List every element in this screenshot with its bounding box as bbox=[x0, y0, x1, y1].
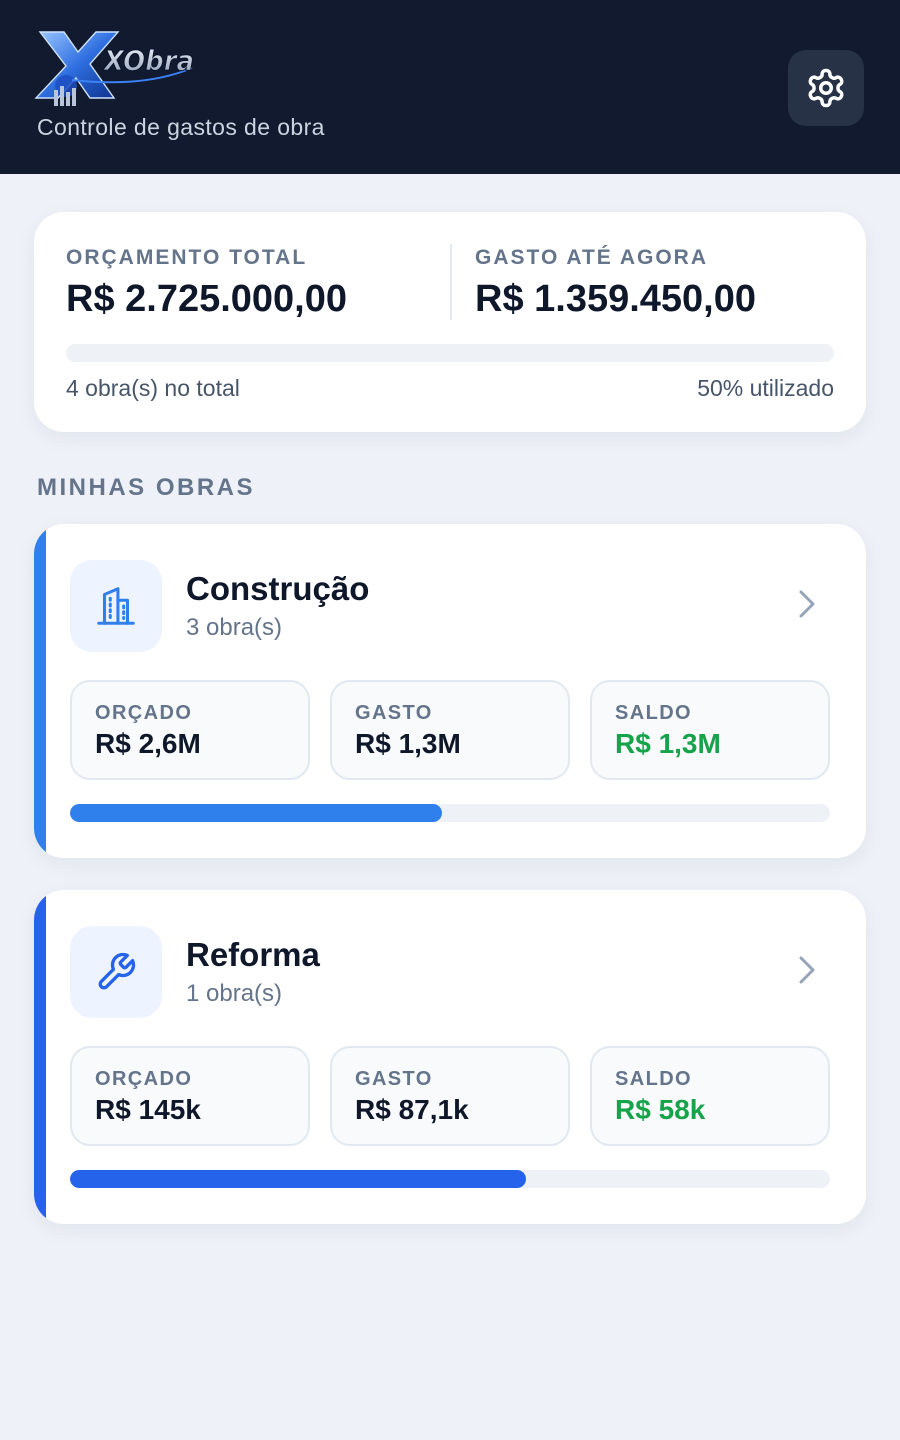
stat-value: R$ 2,6M bbox=[95, 728, 201, 759]
category-icon-box bbox=[70, 560, 162, 652]
total-spent-value: R$ 1.359.450,00 bbox=[475, 278, 757, 320]
chevron-right-icon[interactable] bbox=[792, 586, 822, 622]
total-budget-block: ORÇAMENTO TOTAL R$ 2.725.000,00 bbox=[66, 246, 347, 321]
stat-spent: GASTO R$ 1,3M bbox=[330, 680, 570, 780]
app-header: XObra Controle de gastos de obra bbox=[0, 0, 900, 174]
stat-budgeted: ORÇADO R$ 145k bbox=[70, 1046, 310, 1146]
budget-summary-card: ORÇAMENTO TOTAL R$ 2.725.000,00 GASTO AT… bbox=[34, 212, 866, 432]
category-title: Construção bbox=[186, 570, 370, 607]
stat-balance: SALDO R$ 1,3M bbox=[590, 680, 830, 780]
category-progress-fill bbox=[70, 804, 443, 822]
total-budget-label: ORÇAMENTO TOTAL bbox=[66, 246, 308, 269]
settings-button[interactable] bbox=[788, 50, 864, 126]
stat-label: SALDO bbox=[615, 1068, 692, 1090]
card-accent-bar bbox=[34, 890, 46, 1224]
stat-balance: SALDO R$ 58k bbox=[590, 1046, 830, 1146]
category-icon-box bbox=[70, 926, 162, 1018]
stat-label: SALDO bbox=[615, 702, 692, 724]
logo-text: XObra bbox=[102, 44, 194, 77]
total-progress-bar bbox=[66, 344, 834, 362]
category-card-construcao[interactable]: Construção 3 obra(s) ORÇADO R$ 2,6M GAST… bbox=[34, 524, 866, 858]
stat-label: ORÇADO bbox=[95, 1068, 193, 1090]
category-progress-bar bbox=[70, 1170, 830, 1188]
stat-label: ORÇADO bbox=[95, 702, 193, 724]
budget-used-percent: 50% utilizado bbox=[697, 375, 834, 401]
gear-icon bbox=[808, 68, 844, 108]
works-count: 4 obra(s) no total bbox=[66, 375, 240, 401]
total-spent-label: GASTO ATÉ AGORA bbox=[475, 246, 709, 269]
wrench-icon bbox=[98, 952, 136, 990]
card-accent-bar bbox=[34, 524, 46, 858]
category-count: 1 obra(s) bbox=[186, 980, 283, 1007]
stat-value: R$ 1,3M bbox=[615, 728, 721, 759]
total-spent-block: GASTO ATÉ AGORA R$ 1.359.450,00 bbox=[475, 246, 756, 321]
total-budget-value: R$ 2.725.000,00 bbox=[66, 278, 348, 320]
stat-value: R$ 145k bbox=[95, 1094, 201, 1125]
stat-label: GASTO bbox=[355, 702, 433, 724]
app-subtitle: Controle de gastos de obra bbox=[37, 114, 325, 140]
stat-value: R$ 1,3M bbox=[355, 728, 461, 759]
stat-label: GASTO bbox=[355, 1068, 433, 1090]
chevron-right-icon[interactable] bbox=[792, 952, 822, 988]
category-card-reforma[interactable]: Reforma 1 obra(s) ORÇADO R$ 145k GASTO R… bbox=[34, 890, 866, 1224]
category-progress-fill bbox=[70, 1170, 526, 1188]
stat-value: R$ 87,1k bbox=[355, 1094, 469, 1125]
stat-value: R$ 58k bbox=[615, 1094, 706, 1125]
category-progress-bar bbox=[70, 804, 830, 822]
xobra-logo-mark: XObra bbox=[34, 31, 195, 106]
summary-divider bbox=[450, 244, 452, 320]
stat-budgeted: ORÇADO R$ 2,6M bbox=[70, 680, 310, 780]
building-icon bbox=[97, 587, 135, 625]
stat-spent: GASTO R$ 87,1k bbox=[330, 1046, 570, 1146]
category-count: 3 obra(s) bbox=[186, 614, 283, 641]
app-logo: XObra bbox=[34, 28, 204, 110]
section-title: MINHAS OBRAS bbox=[37, 474, 256, 501]
category-title: Reforma bbox=[186, 936, 320, 973]
